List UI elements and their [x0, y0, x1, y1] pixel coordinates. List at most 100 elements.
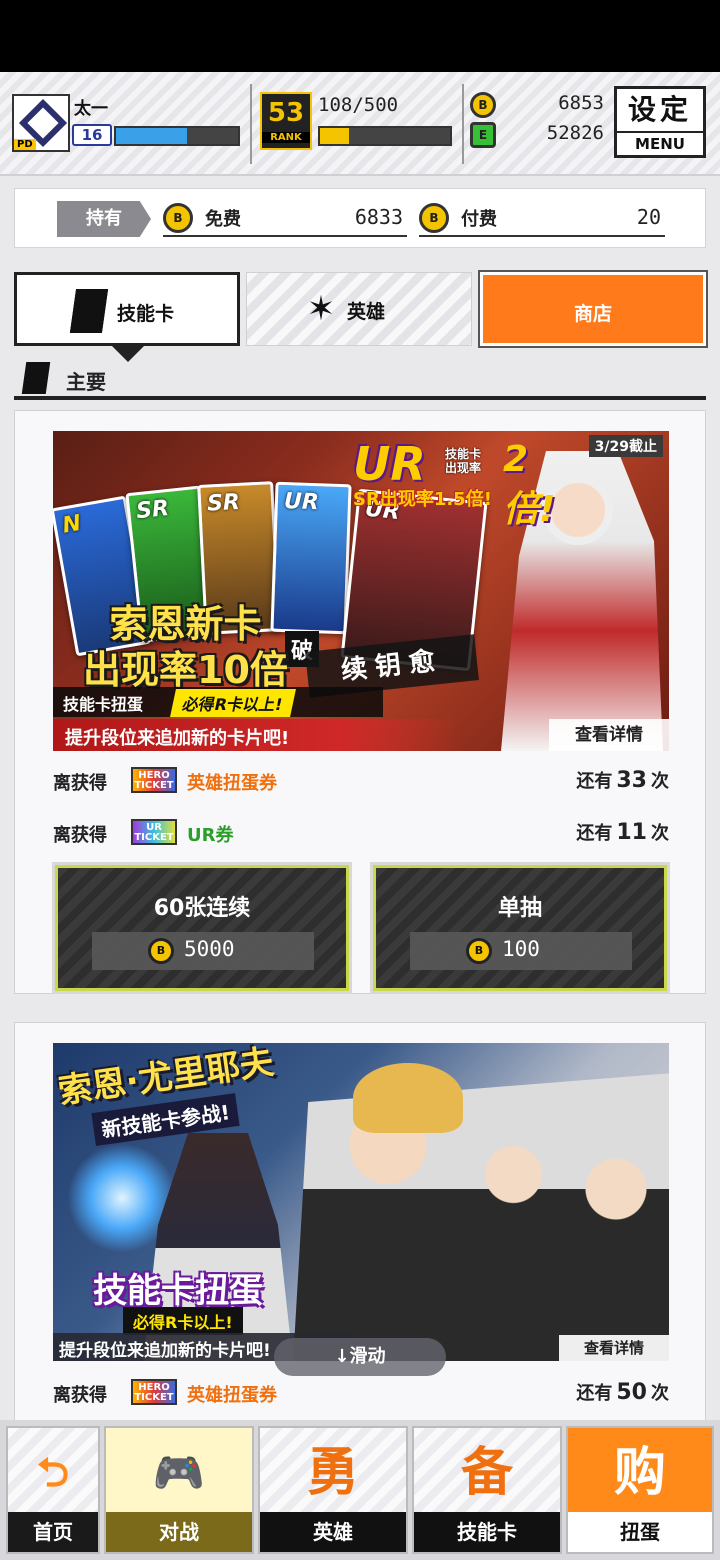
- bottom-nav: ⮌ 首页 🎮 对战 勇 英雄 备 技能卡 购 扭蛋: [0, 1420, 720, 1560]
- rank-progress-bar: [318, 126, 452, 146]
- nav-hero[interactable]: 勇 英雄: [258, 1426, 408, 1554]
- free-value: 6833: [354, 205, 403, 229]
- multi-pull-button[interactable]: 60张连续 B 5000: [52, 862, 352, 994]
- hero-ticket-icon: HERO TICKET: [131, 1379, 177, 1405]
- banner-main-title: 技能卡扭蛋: [93, 1271, 263, 1311]
- back-arrow-icon: ⮌: [36, 1450, 70, 1496]
- character-hair: [353, 1063, 463, 1133]
- skill-card-banner[interactable]: 索恩·尤里耶夫 新技能卡参战! 技能卡扭蛋 必得R卡以上! 提升段位来追加新的卡…: [53, 1043, 669, 1361]
- section-title: 主要: [66, 370, 106, 394]
- multi-pull-cost: B 5000: [92, 932, 314, 970]
- single-pull-cost-value: 100: [502, 937, 540, 961]
- ticket-progress: 离获得 HERO TICKET 英雄扭蛋券 还有 33 次: [53, 761, 669, 801]
- menu-label-cn: 设定: [627, 93, 692, 126]
- tab-skill-label: 技能卡: [117, 303, 175, 325]
- tab-hero[interactable]: ✶ 英雄: [246, 272, 472, 346]
- remaining-count: 还有 33 次: [576, 767, 669, 793]
- banner-chips: 技能卡扭蛋 必得R卡以上!: [53, 687, 383, 717]
- single-pull-label: 单抽: [497, 896, 542, 921]
- nav-home[interactable]: ⮌ 首页: [6, 1426, 100, 1554]
- avatar-badge: PD: [14, 139, 36, 150]
- card-rank: UR: [283, 489, 320, 516]
- ticket-progress: 离获得 UR TICKET UR券 还有 11 次: [53, 813, 669, 853]
- gem-icon: E: [470, 122, 496, 148]
- nav-gacha-label: 扭蛋: [568, 1512, 712, 1552]
- ticket-name: UR券: [187, 825, 234, 846]
- rank-progress-fill: [320, 128, 349, 144]
- tab-skill-card[interactable]: 技能卡: [14, 272, 240, 346]
- tab-hero-label: 英雄: [347, 301, 386, 323]
- promo-text: 提升段位来追加新的卡片吧!: [59, 1341, 271, 1361]
- avatar[interactable]: PD: [12, 94, 70, 152]
- progress-prefix: 离获得: [53, 825, 107, 846]
- coin-icon: B: [419, 203, 449, 233]
- tab-shop[interactable]: 商店: [478, 270, 708, 348]
- remaining-count: 还有 11 次: [576, 819, 669, 845]
- card-icon: 备: [460, 1443, 513, 1503]
- coin-icon: B: [466, 938, 492, 964]
- ur-sub-line1: 技能卡: [445, 447, 482, 461]
- multi-pull-cost-value: 5000: [184, 937, 235, 961]
- ticket-name: 英雄扭蛋券: [187, 1385, 277, 1406]
- promo-text: 提升段位来追加新的卡片吧!: [65, 728, 290, 749]
- free-coins: B 免费 6833: [163, 201, 407, 237]
- player-bar: PD 太一 16 53 RANK 108/500 B 6853 E 52826 …: [0, 72, 720, 176]
- divider: [462, 84, 464, 164]
- rank-label: RANK: [262, 132, 310, 143]
- holdings-bar: 持有 B 免费 6833 B 付费 20: [14, 188, 706, 248]
- chip-guarantee: 必得R卡以上!: [170, 689, 296, 717]
- level-progress-fill: [116, 128, 187, 144]
- gamepad-icon: 🎮: [152, 1448, 206, 1497]
- remain-pre: 还有: [576, 771, 613, 792]
- character-group-illustration: [293, 1073, 669, 1361]
- swipe-hint: ↓滑动: [274, 1338, 446, 1376]
- nav-home-label: 首页: [8, 1512, 98, 1552]
- nav-skill-card[interactable]: 备 技能卡: [412, 1426, 562, 1554]
- level-badge: 16: [72, 124, 112, 146]
- rank-progress-text: 108/500: [318, 94, 399, 116]
- nav-battle-label: 对战: [106, 1512, 252, 1552]
- menu-button[interactable]: 设定 MENU: [614, 86, 706, 158]
- view-details-button[interactable]: 查看详情: [549, 719, 669, 751]
- coin-value: 6853: [558, 92, 604, 114]
- ur-multiplier: 2倍!: [503, 439, 556, 530]
- rank-badge: 53 RANK: [260, 92, 312, 150]
- coin-icon: B: [470, 92, 496, 118]
- free-label: 免费: [205, 209, 241, 230]
- card-rank: SR: [206, 489, 241, 517]
- remain-pre: 还有: [576, 1383, 613, 1404]
- single-pull-cost: B 100: [410, 932, 632, 970]
- banner-title-line1: 索恩新卡: [109, 602, 262, 646]
- paid-label: 付费: [461, 209, 497, 230]
- gem-balance: E 52826: [470, 122, 608, 148]
- card-icon: [21, 362, 51, 394]
- single-pull-button[interactable]: 单抽 B 100: [370, 862, 670, 994]
- gacha-icon: 购: [613, 1443, 666, 1503]
- coin-icon: B: [148, 938, 174, 964]
- section-header: 主要: [14, 360, 706, 400]
- remain-post: 次: [651, 823, 669, 844]
- status-bar: [0, 0, 720, 72]
- ur-sub: 技能卡 出现率: [445, 447, 481, 475]
- card-icon: [69, 289, 109, 333]
- divider: [250, 84, 252, 164]
- coin-icon: B: [163, 203, 193, 233]
- nav-hero-label: 英雄: [260, 1512, 406, 1552]
- nav-battle[interactable]: 🎮 对战: [104, 1426, 254, 1554]
- ur-ticket-icon: UR TICKET: [131, 819, 177, 845]
- featured-banner[interactable]: N SR SR UR UR UR 技能卡 出现率 2倍! SR出现率1.5倍! …: [53, 431, 669, 751]
- card-rank: SR: [135, 495, 171, 525]
- ticket-name: 英雄扭蛋券: [187, 773, 277, 794]
- multi-pull-label: 60张连续: [153, 896, 251, 921]
- chip-guarantee: 必得R卡以上!: [123, 1307, 243, 1335]
- hero-ticket-icon: HERO TICKET: [131, 767, 177, 793]
- coin-balance: B 6853: [470, 92, 608, 118]
- view-details-button[interactable]: 查看详情: [559, 1335, 669, 1361]
- progress-prefix: 离获得: [53, 773, 107, 794]
- remain-pre: 还有: [576, 823, 613, 844]
- holdings-label: 持有: [57, 201, 151, 237]
- ur-rate-promo: UR 技能卡 出现率 2倍! SR出现率1.5倍!: [353, 437, 573, 530]
- deadline-badge: 3/29截止: [588, 435, 663, 457]
- nav-gacha[interactable]: 购 扭蛋: [566, 1426, 714, 1554]
- gem-value: 52826: [546, 122, 604, 144]
